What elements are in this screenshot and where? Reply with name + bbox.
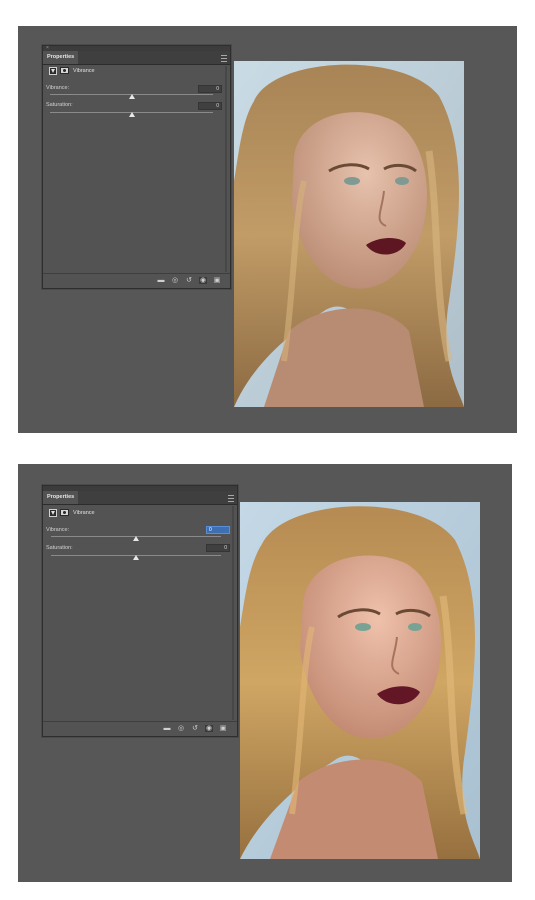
adjustment-title: Vibrance <box>73 510 95 516</box>
view-previous-state-icon[interactable]: ◎ <box>177 725 185 732</box>
photoshop-workspace-before: × Properties Vibrance Vibrance: 0 Satura… <box>18 26 517 433</box>
vibrance-slider-thumb[interactable] <box>133 536 139 541</box>
eye-icon[interactable]: ◉ <box>199 277 207 284</box>
vibrance-slider-thumb[interactable] <box>129 94 135 99</box>
reset-icon[interactable]: ↺ <box>191 725 199 732</box>
portrait-image <box>240 502 480 859</box>
vibrance-label: Vibrance: <box>46 85 70 91</box>
panel-menu-icon[interactable] <box>228 495 234 502</box>
adjustment-header: Vibrance <box>44 508 236 519</box>
saturation-value-field[interactable]: 0 <box>198 102 222 110</box>
clip-to-layer-icon[interactable]: ▬ <box>157 277 165 284</box>
saturation-slider-thumb[interactable] <box>129 112 135 117</box>
portrait-photo-before <box>234 61 464 407</box>
vibrance-value-field[interactable]: 0 <box>206 526 230 534</box>
vibrance-value-field[interactable]: 0 <box>198 85 222 93</box>
clip-to-layer-icon[interactable]: ▬ <box>163 725 171 732</box>
adjustment-header: Vibrance <box>44 66 229 77</box>
panel-scrollbar[interactable] <box>232 506 234 720</box>
portrait-image <box>234 61 464 407</box>
saturation-label: Saturation: <box>46 102 73 108</box>
vibrance-label: Vibrance: <box>46 527 70 533</box>
tab-properties[interactable]: Properties <box>43 51 79 64</box>
panel-scrollbar[interactable] <box>225 66 227 272</box>
layer-mask-icon[interactable] <box>60 509 69 516</box>
saturation-value-field[interactable]: 0 <box>206 544 230 552</box>
vibrance-triangle-icon <box>49 67 57 75</box>
vibrance-triangle-icon <box>49 509 57 517</box>
properties-panel: × Properties Vibrance Vibrance: 0 Satura… <box>42 45 231 289</box>
trash-icon[interactable]: ▣ <box>213 277 221 284</box>
view-previous-state-icon[interactable]: ◎ <box>171 277 179 284</box>
panel-footer: ▬ ◎ ↺ ◉ ▣ <box>43 721 237 736</box>
adjustment-title: Vibrance <box>73 68 95 74</box>
saturation-label: Saturation: <box>46 545 73 551</box>
eye-icon[interactable]: ◉ <box>205 725 213 732</box>
reset-icon[interactable]: ↺ <box>185 277 193 284</box>
layer-mask-icon[interactable] <box>60 67 69 74</box>
trash-icon[interactable]: ▣ <box>219 725 227 732</box>
tab-properties[interactable]: Properties <box>43 491 79 504</box>
panel-tab-bar: Properties <box>43 51 230 65</box>
panel-tab-bar: Properties <box>43 491 237 505</box>
panel-footer: ▬ ◎ ↺ ◉ ▣ <box>43 273 230 288</box>
properties-panel: Properties Vibrance Vibrance: 0 Saturati… <box>42 485 238 737</box>
panel-menu-icon[interactable] <box>221 55 227 62</box>
portrait-photo-after <box>240 502 480 859</box>
saturation-slider-thumb[interactable] <box>133 555 139 560</box>
photoshop-workspace-after: Properties Vibrance Vibrance: 0 Saturati… <box>18 464 512 882</box>
